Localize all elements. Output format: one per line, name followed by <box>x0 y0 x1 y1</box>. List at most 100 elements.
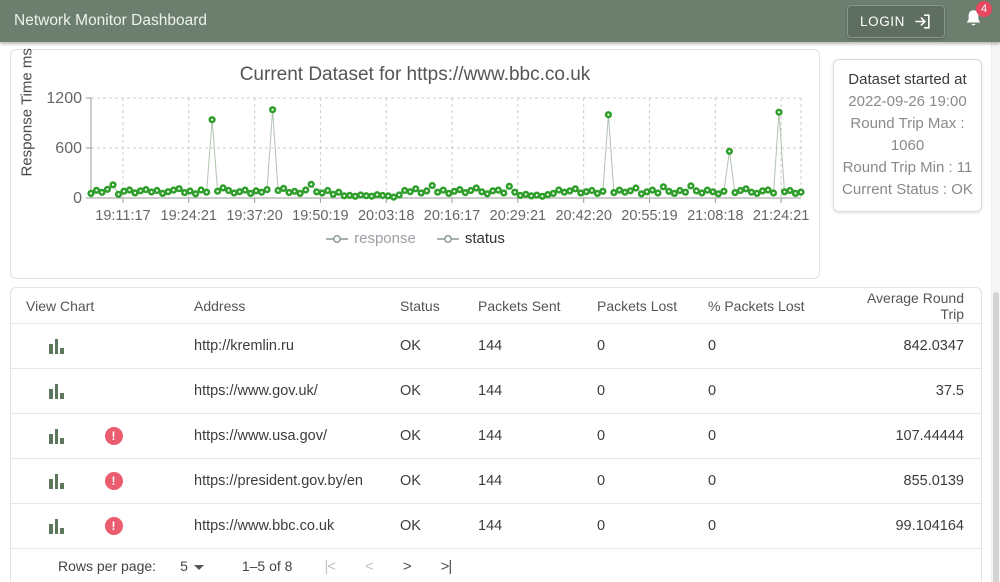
svg-text:20:16:17: 20:16:17 <box>424 208 480 224</box>
round-trip-max: Round Trip Max : 1060 <box>838 113 977 157</box>
response-chart-card: Current Dataset for https://www.bbc.co.u… <box>10 49 820 279</box>
svg-text:20:03:18: 20:03:18 <box>358 208 414 224</box>
warning-icon: ! <box>105 517 123 535</box>
view-chart-button[interactable] <box>49 384 64 399</box>
legend-item-response[interactable]: response <box>325 230 416 247</box>
page-title: Network Monitor Dashboard <box>14 12 847 30</box>
pct-packets-lost-cell: 0 <box>698 518 838 534</box>
svg-text:20:29:21: 20:29:21 <box>490 208 546 224</box>
monitor-table: View Chart Address Status Packets Sent P… <box>10 287 982 582</box>
col-packets-sent: Packets Sent <box>468 298 587 314</box>
svg-text:1200: 1200 <box>46 90 82 107</box>
legend-response-marker-icon <box>325 234 349 244</box>
rows-per-page-select[interactable]: 5 <box>180 558 204 574</box>
first-page-button: |< <box>324 558 335 575</box>
table-row: ! https://www.gov.uk/ OK 144 0 0 37.5 <box>11 369 981 414</box>
packets-sent-cell: 144 <box>468 428 587 444</box>
app-header: Network Monitor Dashboard LOGIN 4 <box>0 0 1000 42</box>
warning-icon: ! <box>105 472 123 490</box>
address-cell: https://president.gov.by/en <box>184 473 390 489</box>
table-row: ! https://president.gov.by/en OK 144 0 0… <box>11 459 981 504</box>
address-cell: https://www.gov.uk/ <box>184 383 390 399</box>
packets-sent-cell: 144 <box>468 518 587 534</box>
table-body: ! http://kremlin.ru OK 144 0 0 842.0347 <box>11 324 981 549</box>
dataset-start-time: 2022-09-26 19:00 <box>838 91 977 113</box>
packets-lost-cell: 0 <box>587 518 698 534</box>
legend-item-status[interactable]: status <box>436 230 505 247</box>
login-icon <box>913 12 932 31</box>
login-button-label: LOGIN <box>860 14 905 29</box>
pct-packets-lost-cell: 0 <box>698 383 838 399</box>
notifications-button[interactable]: 4 <box>963 8 984 34</box>
svg-text:20:42:20: 20:42:20 <box>555 208 611 224</box>
packets-lost-cell: 0 <box>587 383 698 399</box>
dataset-info-panel: Dataset started at 2022-09-26 19:00 Roun… <box>833 59 982 212</box>
col-status: Status <box>390 298 468 314</box>
svg-text:0: 0 <box>73 190 82 207</box>
table-footer: Rows per page: 5 1–5 of 8 |< < > >| <box>11 549 981 582</box>
rows-per-page-value: 5 <box>180 558 188 574</box>
svg-text:21:24:21: 21:24:21 <box>753 208 809 224</box>
col-packets-lost: Packets Lost <box>587 298 698 314</box>
pagination-range: 1–5 of 8 <box>242 558 293 574</box>
status-cell: OK <box>390 473 468 489</box>
login-button[interactable]: LOGIN <box>847 5 945 38</box>
address-cell: https://www.usa.gov/ <box>184 428 390 444</box>
chart-title: Current Dataset for https://www.bbc.co.u… <box>11 64 819 86</box>
bar-chart-icon <box>49 429 64 444</box>
status-cell: OK <box>390 428 468 444</box>
col-pct-packets-lost: % Packets Lost <box>698 298 838 314</box>
legend-status-label: status <box>465 230 505 247</box>
status-cell: OK <box>390 518 468 534</box>
status-cell: OK <box>390 383 468 399</box>
view-chart-button[interactable] <box>49 339 64 354</box>
table-row: ! https://www.usa.gov/ OK 144 0 0 107.44… <box>11 414 981 459</box>
average-round-trip-cell: 107.44444 <box>838 428 981 444</box>
bar-chart-icon <box>49 474 64 489</box>
next-page-button[interactable]: > <box>403 558 411 575</box>
view-chart-button[interactable] <box>49 474 64 489</box>
scrollbar-thumb[interactable] <box>993 292 999 582</box>
status-cell: OK <box>390 338 468 354</box>
view-chart-button[interactable] <box>49 429 64 444</box>
average-round-trip-cell: 842.0347 <box>838 338 981 354</box>
svg-text:20:55:19: 20:55:19 <box>621 208 677 224</box>
packets-lost-cell: 0 <box>587 473 698 489</box>
average-round-trip-cell: 37.5 <box>838 383 981 399</box>
pct-packets-lost-cell: 0 <box>698 473 838 489</box>
pct-packets-lost-cell: 0 <box>698 338 838 354</box>
table-row: ! https://www.bbc.co.uk OK 144 0 0 99.10… <box>11 504 981 549</box>
average-round-trip-cell: 99.104164 <box>838 518 981 534</box>
bar-chart-icon <box>49 519 64 534</box>
notification-count-badge: 4 <box>976 1 992 17</box>
paginator: |< < > >| <box>324 558 451 575</box>
round-trip-min: Round Trip Min : 11 <box>838 157 977 179</box>
col-address: Address <box>184 298 390 314</box>
svg-text:19:24:21: 19:24:21 <box>161 208 217 224</box>
dropdown-caret-icon <box>194 565 204 570</box>
address-cell: https://www.bbc.co.uk <box>184 518 390 534</box>
svg-text:600: 600 <box>55 140 82 157</box>
bar-chart-icon <box>49 384 64 399</box>
table-header-row: View Chart Address Status Packets Sent P… <box>11 288 981 324</box>
col-average-round-trip: Average Round Trip <box>838 290 981 322</box>
packets-sent-cell: 144 <box>468 473 587 489</box>
average-round-trip-cell: 855.0139 <box>838 473 981 489</box>
address-cell: http://kremlin.ru <box>184 338 390 354</box>
last-page-button[interactable]: >| <box>441 558 452 575</box>
rows-per-page-label: Rows per page: <box>58 558 156 574</box>
chart-legend: response status <box>11 230 819 247</box>
svg-text:19:11:17: 19:11:17 <box>95 208 150 224</box>
legend-status-marker-icon <box>436 234 460 244</box>
response-chart: 19:11:17 19:24:21 19:37:20 19:50:19 20:03:18… <box>11 90 819 226</box>
svg-text:21:08:18: 21:08:18 <box>687 208 743 224</box>
packets-sent-cell: 144 <box>468 338 587 354</box>
svg-text:19:50:19: 19:50:19 <box>292 208 348 224</box>
vertical-scrollbar <box>991 42 1000 582</box>
col-view-chart: View Chart <box>11 298 184 314</box>
prev-page-button: < <box>365 558 373 575</box>
svg-text:19:37:20: 19:37:20 <box>226 208 282 224</box>
current-status: Current Status : OK <box>838 179 977 201</box>
view-chart-button[interactable] <box>49 519 64 534</box>
page-content: Current Dataset for https://www.bbc.co.u… <box>0 42 1000 582</box>
